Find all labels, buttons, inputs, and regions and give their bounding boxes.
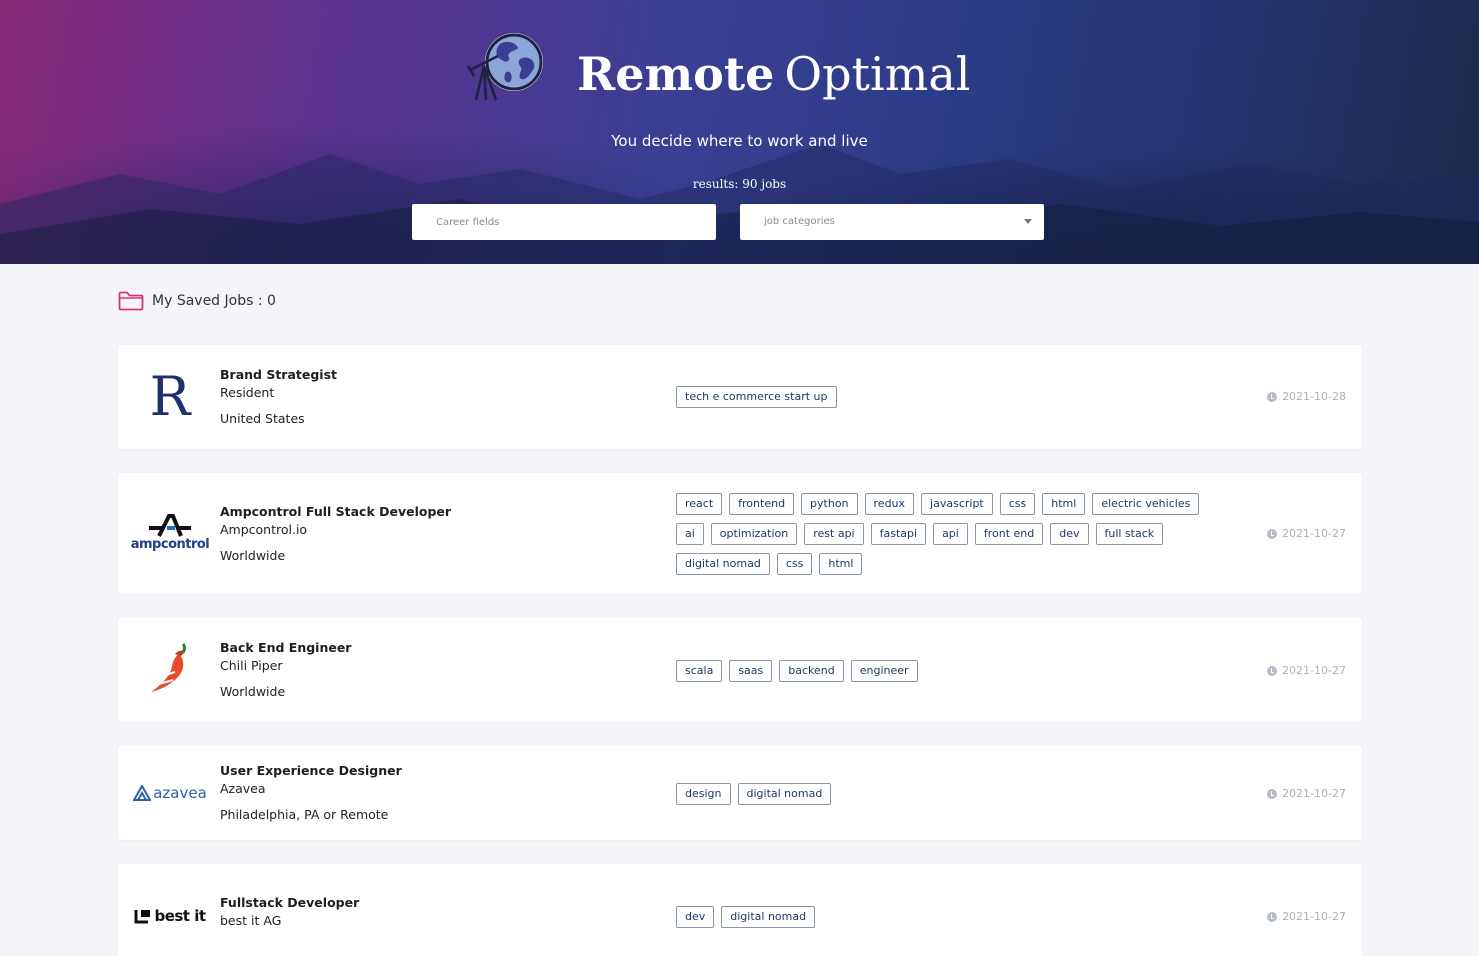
job-tag[interactable]: saas xyxy=(729,660,773,682)
job-card[interactable]: best it Fullstack Developer best it AG d… xyxy=(118,864,1362,956)
job-title[interactable]: Ampcontrol Full Stack Developer xyxy=(220,503,451,521)
job-card[interactable]: ampcontrol Ampcontrol Full Stack Develop… xyxy=(118,473,1362,594)
job-tag[interactable]: css xyxy=(999,493,1036,515)
job-title[interactable]: User Experience Designer xyxy=(220,762,402,780)
job-categories-select[interactable]: job categories xyxy=(740,204,1044,240)
clock-icon xyxy=(1267,528,1278,539)
job-date-text: 2021-10-27 xyxy=(1282,910,1346,923)
folder-icon xyxy=(118,291,144,311)
brand-title-light: Optimal xyxy=(784,47,971,101)
job-info: Back End Engineer Chili Piper Worldwide xyxy=(220,639,351,701)
job-tag[interactable]: redux xyxy=(864,493,915,515)
job-title[interactable]: Back End Engineer xyxy=(220,639,351,657)
job-location: Worldwide xyxy=(220,684,286,699)
job-company: Chili Piper xyxy=(220,658,283,673)
job-tag[interactable]: html xyxy=(1042,493,1086,515)
clock-icon xyxy=(1267,665,1278,676)
job-title[interactable]: Brand Strategist xyxy=(220,366,337,384)
job-tag[interactable]: frontend xyxy=(729,493,795,515)
job-tags: scala saas backend engineer xyxy=(676,660,1236,682)
job-tag[interactable]: html xyxy=(819,553,863,575)
job-tag[interactable]: tech e commerce start up xyxy=(676,386,837,408)
clock-icon xyxy=(1267,391,1278,402)
chili-piper-logo xyxy=(130,638,210,698)
job-tags: design digital nomad xyxy=(676,783,1236,805)
job-location: Worldwide xyxy=(220,548,286,563)
ampcontrol-logo: ampcontrol xyxy=(130,503,210,563)
job-card[interactable]: R Brand Strategist Resident United State… xyxy=(118,345,1362,449)
job-company: Resident xyxy=(220,385,275,400)
chili-pepper-icon xyxy=(151,642,186,692)
brand-title-bold: Remote xyxy=(577,47,775,101)
telescope-globe-icon xyxy=(466,33,543,101)
ampcontrol-mark-icon xyxy=(149,514,191,537)
job-info: Ampcontrol Full Stack Developer Ampcontr… xyxy=(220,503,451,565)
brand-title: Remote Optimal xyxy=(577,44,971,104)
job-tag[interactable]: dev xyxy=(676,906,715,928)
job-categories-placeholder: job categories xyxy=(764,216,835,227)
saved-jobs-link[interactable]: My Saved Jobs : 0 xyxy=(118,290,276,312)
job-tag[interactable]: ai xyxy=(676,523,704,545)
job-company: Ampcontrol.io xyxy=(220,522,308,537)
job-tag[interactable]: optimization xyxy=(710,523,798,545)
job-location: Philadelphia, PA or Remote xyxy=(220,807,389,822)
job-tag[interactable]: scala xyxy=(676,660,723,682)
job-tag[interactable]: full stack xyxy=(1095,523,1164,545)
job-location: United States xyxy=(220,411,305,426)
job-date-text: 2021-10-27 xyxy=(1282,527,1346,540)
job-card[interactable]: azavea User Experience Designer Azavea P… xyxy=(118,746,1362,840)
job-tag[interactable]: fastapi xyxy=(870,523,927,545)
job-tag[interactable]: dev xyxy=(1050,523,1089,545)
job-tag[interactable]: backend xyxy=(779,660,844,682)
best-it-mark-icon xyxy=(134,910,151,924)
job-tag[interactable]: engineer xyxy=(850,660,918,682)
career-fields-input[interactable] xyxy=(412,204,716,240)
tagline: You decide where to work and live xyxy=(611,132,868,150)
caret-down-icon xyxy=(1024,219,1032,224)
job-tags: dev digital nomad xyxy=(676,906,1236,928)
job-tag[interactable]: digital nomad xyxy=(676,553,770,575)
job-tag[interactable]: css xyxy=(776,553,813,575)
job-tag[interactable]: python xyxy=(801,493,858,515)
job-tag[interactable]: javascript xyxy=(921,493,993,515)
job-info: Fullstack Developer best it AG xyxy=(220,894,359,930)
job-tag[interactable]: rest api xyxy=(804,523,864,545)
job-date-text: 2021-10-28 xyxy=(1282,390,1346,403)
job-tag[interactable]: react xyxy=(676,493,723,515)
job-company: Azavea xyxy=(220,781,266,796)
job-tags: react frontend python redux javascript c… xyxy=(676,493,1216,575)
job-date: 2021-10-27 xyxy=(1267,527,1346,540)
job-title[interactable]: Fullstack Developer xyxy=(220,894,359,912)
job-company: best it AG xyxy=(220,913,282,928)
job-tag[interactable]: digital nomad xyxy=(721,906,816,928)
resident-logo: R xyxy=(149,365,191,428)
job-tag[interactable]: api xyxy=(933,523,968,545)
job-tag[interactable]: digital nomad xyxy=(737,783,832,805)
job-date-text: 2021-10-27 xyxy=(1282,664,1346,677)
job-tag[interactable]: front end xyxy=(974,523,1044,545)
job-info: Brand Strategist Resident United States xyxy=(220,366,337,428)
saved-jobs-label: My Saved Jobs : 0 xyxy=(152,293,276,309)
job-date: 2021-10-28 xyxy=(1267,390,1346,403)
clock-icon xyxy=(1267,911,1278,922)
azavea-logo: azavea xyxy=(130,763,210,823)
job-card[interactable]: Back End Engineer Chili Piper Worldwide … xyxy=(118,618,1362,722)
job-tag[interactable]: electric vehicles xyxy=(1092,493,1200,515)
job-info: User Experience Designer Azavea Philadel… xyxy=(220,762,402,824)
job-date-text: 2021-10-27 xyxy=(1282,787,1346,800)
clock-icon xyxy=(1267,788,1278,799)
azavea-mark-icon xyxy=(133,785,152,801)
job-tag[interactable]: design xyxy=(676,783,731,805)
job-date: 2021-10-27 xyxy=(1267,787,1346,800)
job-tags: tech e commerce start up xyxy=(676,386,1236,408)
best-it-logo: best it xyxy=(130,886,210,946)
job-date: 2021-10-27 xyxy=(1267,910,1346,923)
job-date: 2021-10-27 xyxy=(1267,664,1346,677)
results-count: results: 90 jobs xyxy=(692,177,787,191)
hero-banner: Remote Optimal You decide where to work a… xyxy=(0,0,1479,264)
